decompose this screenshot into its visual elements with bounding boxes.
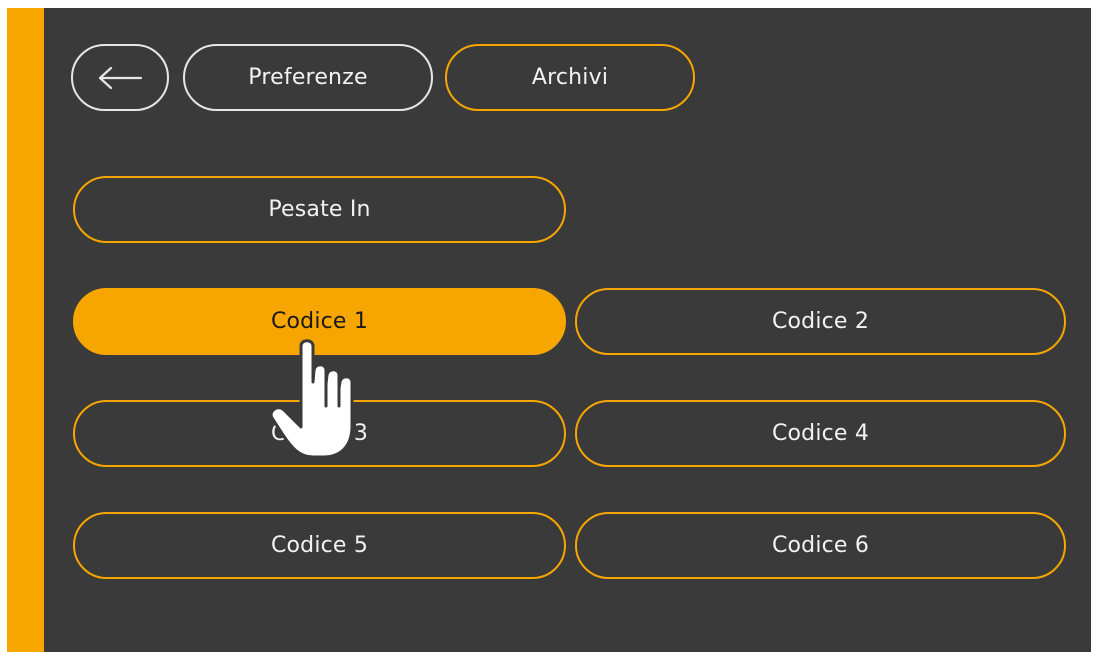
- app-screen: Preferenze Archivi Pesate In Codice 1 Co…: [7, 8, 1091, 652]
- accent-sidebar-bar: [7, 8, 44, 652]
- code-5-button[interactable]: Codice 5: [73, 512, 566, 579]
- arrow-left-icon: [98, 66, 143, 89]
- preferences-button[interactable]: Preferenze: [183, 44, 433, 111]
- code-6-button[interactable]: Codice 6: [575, 512, 1066, 579]
- code-2-button[interactable]: Codice 2: [575, 288, 1066, 355]
- code-3-button[interactable]: Codice 3: [73, 400, 566, 467]
- code-1-button[interactable]: Codice 1: [73, 288, 566, 355]
- back-button[interactable]: [71, 44, 169, 111]
- weighings-in-button[interactable]: Pesate In: [73, 176, 566, 243]
- archives-button[interactable]: Archivi: [445, 44, 695, 111]
- code-4-button[interactable]: Codice 4: [575, 400, 1066, 467]
